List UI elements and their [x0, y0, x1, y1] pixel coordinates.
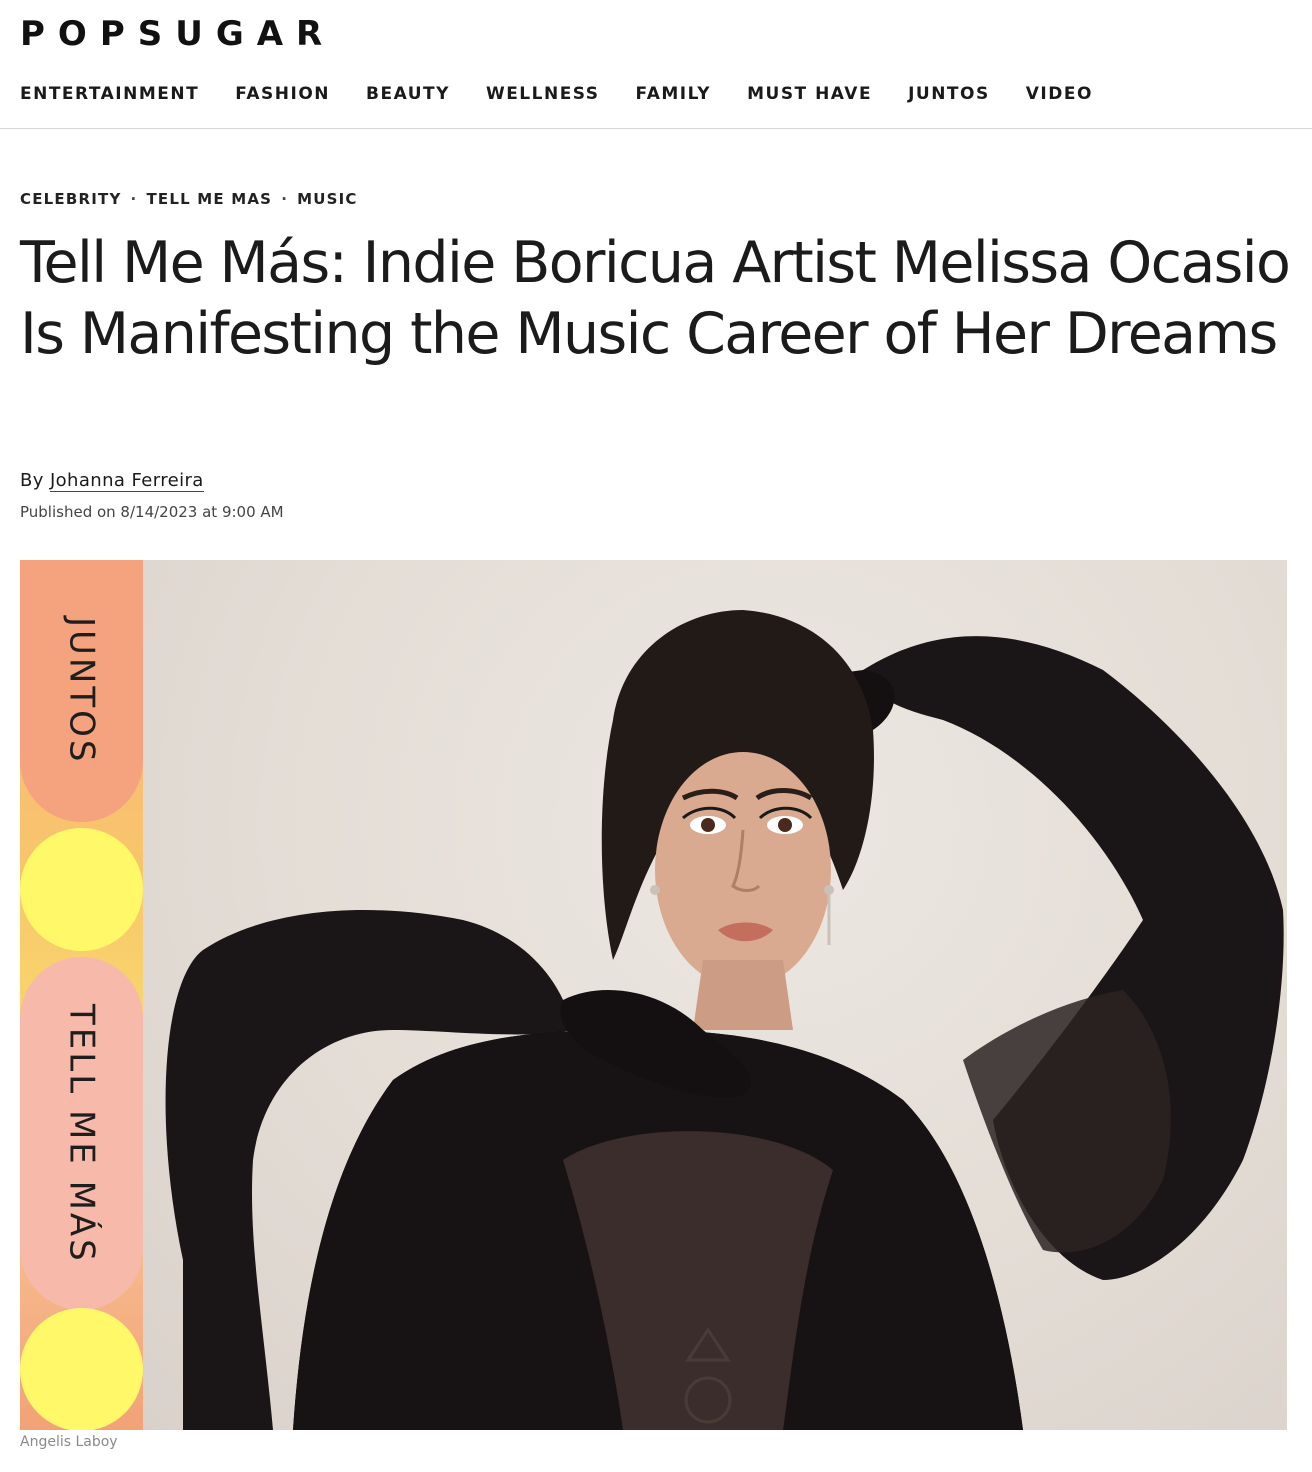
main-nav: ENTERTAINMENT FASHION BEAUTY WELLNESS FA…: [20, 82, 1129, 106]
site-logo[interactable]: POPSUGAR: [20, 14, 335, 54]
breadcrumb-music[interactable]: MUSIC: [297, 188, 358, 210]
publish-date: Published on 8/14/2023 at 9:00 AM: [20, 503, 284, 521]
nav-item-family[interactable]: FAMILY: [636, 82, 712, 106]
nav-item-fashion[interactable]: FASHION: [235, 82, 330, 106]
byline-prefix: By: [20, 470, 44, 491]
header-divider: [0, 128, 1312, 129]
breadcrumb-tell-me-mas[interactable]: TELL ME MAS: [146, 188, 272, 210]
byline: By Johanna Ferreira: [20, 468, 204, 494]
portrait-illustration: [165, 610, 1284, 1430]
yellow-circle: [20, 1308, 143, 1430]
nav-item-must-have[interactable]: MUST HAVE: [747, 82, 872, 106]
breadcrumb: CELEBRITY · TELL ME MAS · MUSIC: [20, 188, 358, 210]
juntos-label: JUNTOS: [61, 617, 102, 765]
series-strip: JUNTOS TELL ME MÁS: [20, 560, 143, 1430]
nav-item-entertainment[interactable]: ENTERTAINMENT: [20, 82, 199, 106]
juntos-pill: JUNTOS: [20, 560, 143, 822]
breadcrumb-separator: ·: [281, 190, 289, 208]
breadcrumb-celebrity[interactable]: CELEBRITY: [20, 188, 122, 210]
hero-image: JUNTOS TELL ME MÁS: [20, 560, 1287, 1430]
photo-credit: Angelis Laboy: [20, 1434, 118, 1450]
nav-item-wellness[interactable]: WELLNESS: [486, 82, 600, 106]
tell-me-mas-pill: TELL ME MÁS: [20, 957, 143, 1310]
article-headline: Tell Me Más: Indie Boricua Artist Meliss…: [20, 230, 1291, 367]
nav-item-juntos[interactable]: JUNTOS: [908, 82, 990, 106]
portrait-photo: [143, 560, 1287, 1430]
breadcrumb-separator: ·: [130, 190, 138, 208]
nav-item-beauty[interactable]: BEAUTY: [366, 82, 450, 106]
nav-item-video[interactable]: VIDEO: [1026, 82, 1093, 106]
author-link[interactable]: Johanna Ferreira: [49, 470, 204, 492]
tell-me-mas-label: TELL ME MÁS: [61, 1003, 102, 1264]
yellow-circle: [20, 828, 143, 951]
